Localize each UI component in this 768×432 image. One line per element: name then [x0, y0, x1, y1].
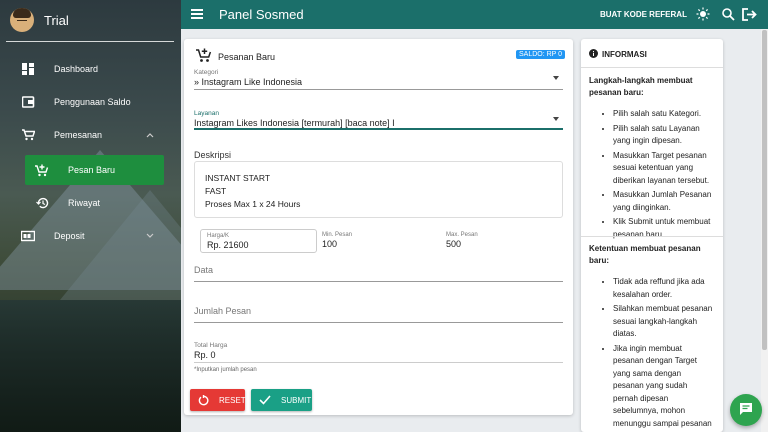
sidebar: Trial Dashboard Penggunaan Saldo Pemesan… — [0, 0, 181, 432]
kategori-select[interactable]: » Instagram Like Indonesia — [194, 77, 302, 87]
avatar — [10, 8, 34, 32]
list-item: Klik Submit untuk membuat pesanan baru. — [613, 216, 713, 241]
sidebar-item-label: Riwayat — [68, 198, 101, 208]
harga-field: Harga/K Rp. 21600 — [200, 229, 317, 253]
search-icon[interactable] — [720, 6, 736, 22]
total-harga-underline — [194, 362, 563, 363]
info-icon — [589, 49, 598, 60]
add-cart-icon — [196, 48, 212, 65]
list-item: Pilih salah satu Kategori. — [613, 108, 713, 121]
chevron-down-icon — [146, 231, 154, 241]
deskripsi-line: INSTANT START — [205, 173, 271, 183]
min-pesan-label: Min. Pesan — [322, 232, 353, 238]
sidebar-item-penggunaan-saldo[interactable]: Penggunaan Saldo — [0, 87, 181, 117]
page-title: Panel Sosmed — [219, 7, 304, 22]
reset-icon — [198, 394, 209, 406]
deposit-icon — [20, 228, 36, 244]
chevron-down-icon[interactable] — [553, 76, 559, 80]
layanan-label: Layanan — [194, 110, 219, 117]
list-item: Tidak ada reffund jika ada kesalahan ord… — [613, 276, 713, 301]
jumlah-hint: *Inputkan jumlah pesan — [194, 367, 257, 373]
list-item: Masukkan Target pesanan sesuai ketentuan… — [613, 150, 713, 188]
kategori-underline — [194, 89, 563, 90]
layanan-select[interactable]: Instagram Likes Indonesia [termurah] [ba… — [194, 118, 395, 128]
cart-icon — [20, 127, 36, 143]
list-item: Silahkan membuat pesanan sesuai langkah-… — [613, 303, 713, 341]
submit-label: SUBMIT — [281, 395, 312, 405]
order-form-header: Pesanan Baru — [196, 48, 275, 65]
list-item: Masukkan Jumlah Pesanan yang diinginkan. — [613, 189, 713, 214]
chevron-up-icon — [146, 130, 154, 140]
list-item: Pilih salah satu Layanan yang ingin dipe… — [613, 123, 713, 148]
theme-toggle-icon[interactable] — [695, 6, 711, 22]
logout-icon[interactable] — [741, 6, 757, 22]
deskripsi-label: Deskripsi — [194, 150, 232, 160]
check-icon — [259, 394, 271, 406]
dashboard-icon — [20, 61, 36, 77]
harga-label: Harga/K — [207, 233, 230, 239]
brand-title: Trial — [44, 12, 69, 28]
brand[interactable]: Trial — [10, 8, 69, 32]
info-rules-list: Tidak ada reffund jika ada kesalahan ord… — [589, 276, 713, 432]
min-pesan-field: Min. Pesan 100 — [316, 229, 436, 253]
menu-icon[interactable] — [191, 9, 203, 19]
sidebar-item-deposit[interactable]: Deposit — [0, 221, 181, 251]
sidebar-item-pemesanan[interactable]: Pemesanan — [0, 120, 181, 150]
sidebar-item-label: Deposit — [54, 231, 85, 241]
chevron-down-icon[interactable] — [553, 117, 559, 121]
info-section-title: Ketentuan membuat pesanan baru: — [589, 244, 701, 265]
order-form-title: Pesanan Baru — [218, 51, 276, 62]
info-card: INFORMASI Langkah-langkah membuat pesana… — [581, 39, 723, 432]
data-underline — [194, 281, 563, 282]
referral-button[interactable]: BUAT KODE REFERAL — [600, 10, 687, 19]
info-title: INFORMASI — [602, 50, 647, 59]
sidebar-item-label: Dashboard — [54, 64, 99, 74]
order-form-card: Pesanan Baru SALDO: RP 0 Kategori » Inst… — [184, 39, 573, 415]
history-icon — [34, 195, 50, 211]
max-pesan-field: Max. Pesan 500 — [440, 229, 560, 253]
chat-icon — [739, 402, 753, 418]
sidebar-item-label: Pesan Baru — [68, 165, 116, 175]
total-harga-value: Rp. 0 — [194, 350, 216, 360]
brand-divider — [6, 41, 174, 42]
list-item: Jika ingin membuat pesanan dengan Target… — [613, 343, 713, 432]
saldo-badge: SALDO: RP 0 — [516, 50, 566, 59]
chat-button[interactable] — [730, 394, 762, 426]
deskripsi-line: FAST — [205, 186, 227, 196]
total-harga-label: Total Harga — [194, 342, 228, 349]
info-divider — [581, 236, 723, 237]
max-pesan-label: Max. Pesan — [446, 232, 478, 238]
max-pesan-value: 500 — [446, 239, 462, 249]
sidebar-item-label: Pemesanan — [54, 130, 103, 140]
layanan-underline — [194, 128, 563, 130]
deskripsi-box: INSTANT START FAST Proses Max 1 x 24 Hou… — [194, 161, 563, 218]
kategori-label: Kategori — [194, 69, 219, 76]
sidebar-item-dashboard[interactable]: Dashboard — [0, 54, 181, 84]
info-section-title: Langkah-langkah membuat pesanan baru: — [589, 76, 693, 97]
info-header: INFORMASI — [589, 49, 647, 60]
info-divider — [581, 67, 723, 68]
sidebar-item-label: Penggunaan Saldo — [54, 97, 131, 107]
scrollbar-thumb[interactable] — [762, 30, 767, 350]
harga-value: Rp. 21600 — [207, 240, 249, 250]
reset-label: RESET — [219, 395, 246, 405]
reset-button[interactable]: RESET — [190, 389, 246, 411]
wallet-icon — [20, 94, 36, 110]
min-pesan-value: 100 — [322, 239, 338, 249]
add-cart-icon — [34, 162, 50, 178]
sidebar-item-riwayat[interactable]: Riwayat — [0, 188, 181, 218]
deskripsi-line: Proses Max 1 x 24 Hours — [205, 199, 301, 209]
jumlah-pesan-input[interactable]: Jumlah Pesan — [194, 306, 251, 316]
info-steps-list: Pilih salah satu Kategori. Pilih salah s… — [589, 108, 713, 243]
data-input[interactable]: Data — [194, 265, 213, 275]
jumlah-pesan-underline — [194, 322, 563, 323]
topbar: Panel Sosmed BUAT KODE REFERAL — [181, 0, 768, 29]
sidebar-item-pesan-baru[interactable]: Pesan Baru — [25, 155, 164, 185]
submit-button[interactable]: SUBMIT — [251, 389, 312, 411]
